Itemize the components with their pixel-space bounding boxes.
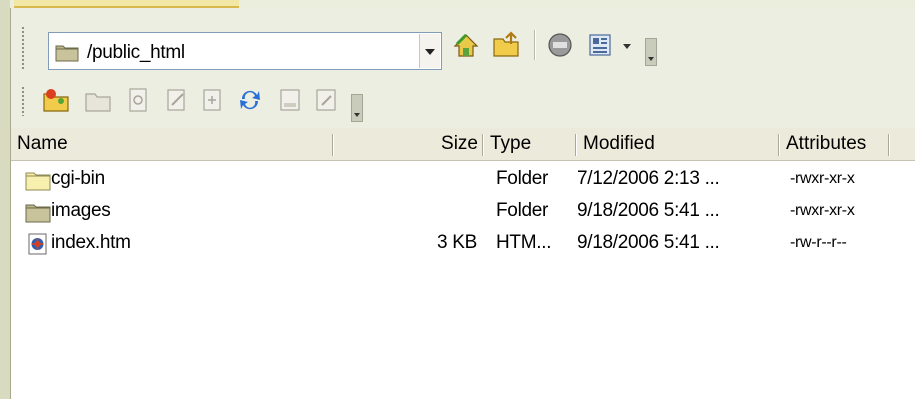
file-name: images: [51, 200, 111, 221]
active-tab-edge[interactable]: [14, 0, 239, 8]
address-toolbar: /public_html: [11, 8, 915, 82]
toolbar-separator: [534, 30, 536, 60]
column-header-type-label: Type: [490, 133, 532, 154]
list-item[interactable]: images Folder 9/18/2006 5:41 ... -rwxr-x…: [11, 195, 915, 227]
file-modified: 9/18/2006 5:41 ...: [577, 200, 720, 221]
file-list: cgi-bin Folder 7/12/2006 2:13 ... -rwxr-…: [11, 161, 915, 399]
disconnect-icon[interactable]: [545, 30, 575, 60]
home-icon[interactable]: [451, 30, 481, 60]
view-options-dropdown[interactable]: [623, 42, 631, 50]
list-item[interactable]: index.htm 3 KB HTM... 9/18/2006 5:41 ...…: [11, 227, 915, 259]
file-modified: 7/12/2006 2:13 ...: [577, 168, 720, 189]
new-folder-icon[interactable]: [41, 85, 71, 115]
view-options-icon[interactable]: [585, 30, 615, 60]
file-type: Folder: [496, 168, 549, 189]
path-value: /public_html: [87, 42, 185, 63]
open-folder-icon[interactable]: [83, 85, 113, 115]
window-frame-left: [0, 0, 11, 399]
toolbar-overflow-chevron[interactable]: [351, 94, 363, 122]
toolbar-grip[interactable]: [21, 26, 25, 70]
file-name: cgi-bin: [51, 168, 105, 189]
toolbar-overflow-chevron[interactable]: [645, 38, 657, 66]
file-attributes: -rw-r--r--: [790, 234, 847, 251]
folder-up-icon[interactable]: [491, 30, 521, 60]
upload-icon[interactable]: [275, 85, 305, 115]
folder-icon: [25, 201, 51, 223]
list-header: Name Size Type Modified Attributes: [11, 128, 915, 161]
column-header-attributes-label: Attributes: [786, 133, 867, 154]
edit-file-icon[interactable]: [161, 85, 191, 115]
path-dropdown-button[interactable]: [419, 34, 440, 68]
folder-icon: [55, 42, 79, 62]
properties-icon[interactable]: [197, 85, 227, 115]
column-header-attributes[interactable]: Attributes: [780, 128, 890, 160]
file-size: [341, 163, 477, 195]
column-header-modified[interactable]: Modified: [577, 128, 780, 160]
html-file-icon: [25, 233, 51, 255]
file-name: index.htm: [51, 232, 131, 253]
file-modified: 9/18/2006 5:41 ...: [577, 232, 720, 253]
column-header-modified-label: Modified: [583, 133, 655, 154]
download-icon[interactable]: [311, 85, 341, 115]
file-attributes: -rwxr-xr-x: [790, 170, 855, 187]
list-item[interactable]: cgi-bin Folder 7/12/2006 2:13 ... -rwxr-…: [11, 163, 915, 195]
file-attributes: -rwxr-xr-x: [790, 202, 855, 219]
column-header-size[interactable]: Size: [334, 128, 484, 160]
file-type: HTM...: [496, 232, 552, 253]
column-header-name[interactable]: Name: [11, 128, 334, 160]
folder-icon: [25, 169, 51, 191]
file-type: Folder: [496, 200, 549, 221]
column-divider[interactable]: [888, 134, 890, 156]
column-header-size-label: Size: [441, 133, 478, 154]
view-file-icon[interactable]: [123, 85, 153, 115]
column-header-name-label: Name: [17, 133, 68, 154]
path-combobox[interactable]: /public_html: [48, 32, 442, 70]
refresh-icon[interactable]: [235, 85, 265, 115]
column-header-type[interactable]: Type: [484, 128, 577, 160]
toolbar-grip[interactable]: [21, 86, 25, 116]
file-actions-toolbar: [11, 82, 915, 128]
file-size: [341, 195, 477, 227]
file-size: 3 KB: [437, 232, 477, 253]
